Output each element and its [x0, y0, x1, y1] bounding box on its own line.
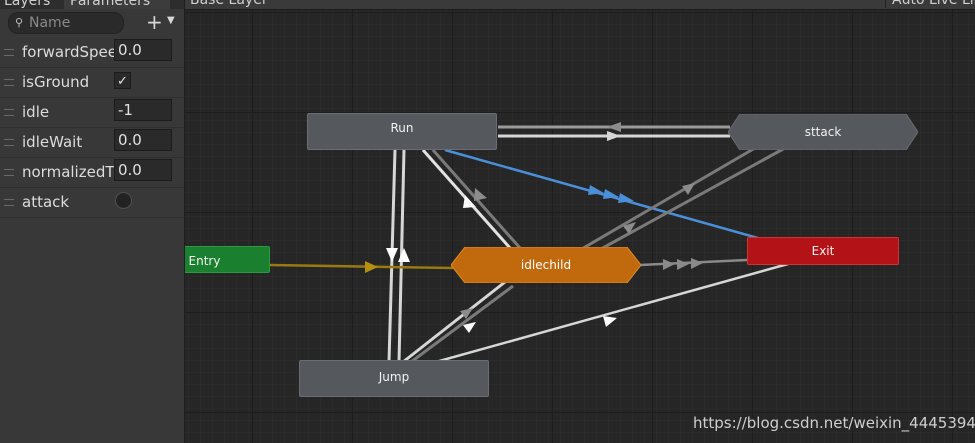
parameter-row[interactable]: attack	[0, 187, 184, 218]
tab-parameters[interactable]: Parameters◉	[64, 0, 170, 9]
transition-run-exit[interactable]	[444, 148, 766, 242]
parameter-row[interactable]: idleWait 0.0	[0, 127, 184, 158]
state-label: idlechild	[521, 258, 571, 272]
drag-handle-icon[interactable]	[4, 49, 14, 56]
parameter-row[interactable]: idle -1	[0, 97, 184, 128]
transition-run-attack[interactable]	[498, 122, 730, 141]
state-label: Jump	[378, 370, 410, 384]
parameter-value-field[interactable]: 0.0	[114, 129, 172, 151]
parameter-checkbox[interactable]: ✓	[114, 72, 131, 89]
transition-entry-idle[interactable]	[269, 261, 454, 273]
parameter-row[interactable]: isGround ✓	[0, 67, 184, 98]
parameter-value-field[interactable]: -1	[114, 99, 172, 121]
chevron-down-icon[interactable]: ▼	[167, 15, 175, 26]
state-label: sttack	[805, 125, 842, 139]
drag-handle-icon[interactable]	[4, 199, 14, 206]
parameter-name: isGround	[22, 73, 90, 91]
parameter-trigger-radio[interactable]	[115, 192, 132, 209]
parameter-name: idleWait	[22, 133, 83, 151]
parameter-row[interactable]: forwardSpeed 0.0	[0, 37, 184, 68]
add-parameter-button[interactable]: +	[146, 11, 163, 33]
parameter-value-field[interactable]: 0.0	[114, 159, 172, 181]
animator-graph[interactable]: Base Layer Auto Live Link	[185, 0, 975, 443]
parameter-value-field[interactable]: 0.0	[114, 39, 172, 61]
state-node-run[interactable]: Run	[307, 113, 497, 150]
parameter-name: normalizedTime	[22, 163, 114, 181]
parameter-row[interactable]: normalizedTime 0.0	[0, 157, 184, 188]
parameter-name: forwardSpeed	[22, 43, 114, 61]
state-label: Run	[390, 121, 414, 135]
state-node-attack[interactable]: sttack	[728, 114, 918, 150]
watermark: https://blog.csdn.net/weixin_44453949	[693, 414, 975, 432]
transition-idle-exit[interactable]	[639, 258, 748, 270]
transition-run-idle[interactable]	[421, 149, 522, 249]
parameter-name: idle	[22, 103, 50, 121]
panel-tabs: Layers Parameters◉	[0, 0, 184, 9]
drag-handle-icon[interactable]	[4, 79, 14, 86]
state-node-entry[interactable]: Entry	[185, 246, 270, 273]
tab-layers[interactable]: Layers	[4, 0, 50, 9]
search-icon: ⚲	[15, 16, 24, 29]
state-node-jump[interactable]: Jump	[299, 360, 489, 397]
search-input[interactable]	[29, 13, 119, 33]
state-node-exit[interactable]: Exit	[747, 237, 899, 265]
drag-handle-icon[interactable]	[4, 139, 14, 146]
tab-parameters-label: Parameters	[70, 0, 151, 9]
parameters-panel: Layers Parameters◉ ⚲ + ▼ forwardSpeed 0.…	[0, 0, 185, 443]
drag-handle-icon[interactable]	[4, 109, 14, 116]
transition-run-jump[interactable]	[386, 149, 410, 363]
state-label: Entry	[188, 254, 221, 268]
drag-handle-icon[interactable]	[4, 169, 14, 176]
state-label: Exit	[811, 244, 835, 258]
state-node-idlechild[interactable]: idlechild	[451, 247, 641, 283]
search-box[interactable]: ⚲	[8, 12, 124, 34]
parameter-name: attack	[22, 193, 70, 211]
transition-jump-idle[interactable]	[402, 280, 514, 364]
